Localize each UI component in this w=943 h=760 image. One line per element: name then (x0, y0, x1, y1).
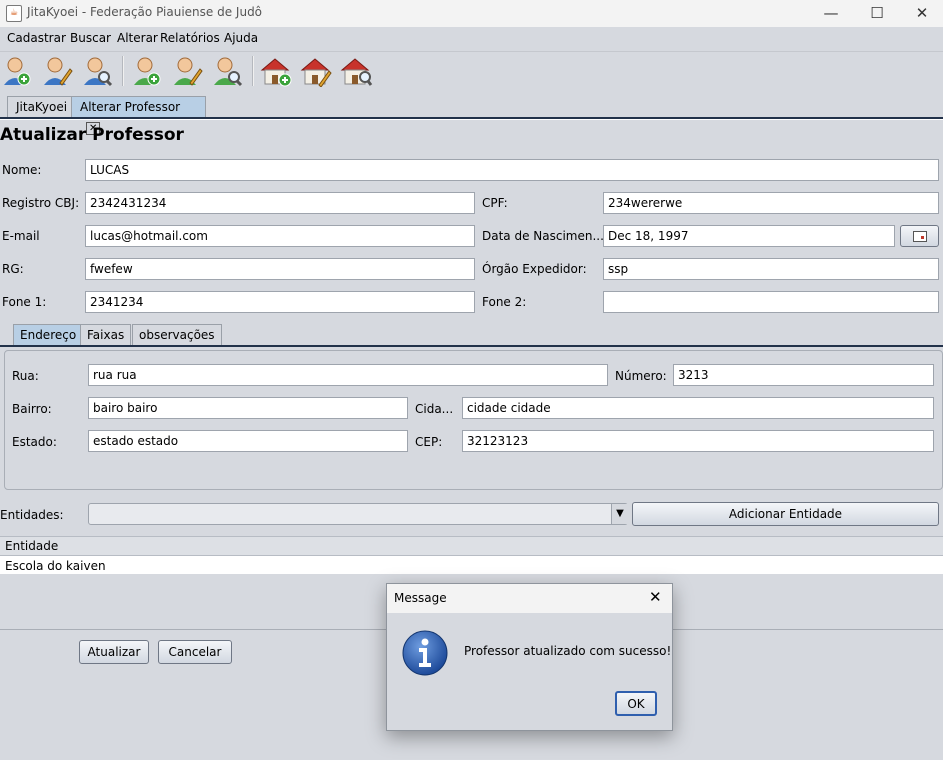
search-person-icon[interactable] (210, 55, 244, 87)
dialog-close-button[interactable]: ✕ (649, 588, 662, 606)
toolbar-separator (252, 56, 254, 86)
data-nascimento-field[interactable]: Dec 18, 1997 (603, 225, 895, 247)
atualizar-button[interactable]: Atualizar (79, 640, 149, 664)
page-title: Atualizar Professor (0, 125, 184, 145)
add-user-icon[interactable] (0, 55, 34, 87)
rua-label: Rua: (12, 369, 39, 383)
cidade-field[interactable]: cidade cidade (462, 397, 934, 419)
menu-cadastrar[interactable]: Cadastrar (7, 31, 66, 45)
data-nascimento-label: Data de Nascimen... (482, 229, 604, 243)
nome-label: Nome: (2, 163, 42, 177)
adicionar-entidade-button[interactable]: Adicionar Entidade (632, 502, 939, 526)
subtab-divider (0, 345, 943, 347)
tab-observacoes[interactable]: observações (132, 324, 222, 346)
edit-user-icon[interactable] (40, 55, 74, 87)
estado-field[interactable]: estado estado (88, 430, 408, 452)
cpf-field[interactable]: 234wererwe (603, 192, 939, 214)
menu-buscar[interactable]: Buscar (70, 31, 111, 45)
table-row[interactable]: Escola do kaiven (0, 558, 943, 576)
calendar-icon (912, 231, 927, 242)
cep-label: CEP: (415, 435, 443, 449)
tab-label: Alterar Professor (80, 100, 181, 114)
add-house-icon[interactable] (259, 55, 293, 87)
entidades-select[interactable] (88, 503, 628, 525)
rg-label: RG: (2, 262, 24, 276)
email-field[interactable]: lucas@hotmail.com (85, 225, 475, 247)
tab-alterar-professor[interactable]: Alterar Professor ✕ (71, 96, 206, 135)
chevron-down-icon[interactable]: ▼ (611, 504, 628, 524)
dialog-message: Professor atualizado com sucesso! (464, 644, 672, 658)
orgao-expedidor-field[interactable]: ssp (603, 258, 939, 280)
cep-field[interactable]: 32123123 (462, 430, 934, 452)
minimize-button[interactable]: — (808, 0, 854, 27)
fone1-field[interactable]: 2341234 (85, 291, 475, 313)
message-dialog: Message ✕ Professor atualizado com suces… (386, 583, 673, 731)
window-title: JitaKyoei - Federação Piauiense de Judô (27, 5, 263, 19)
rua-field[interactable]: rua rua (88, 364, 608, 386)
fone2-field[interactable] (603, 291, 939, 313)
cidade-label: Cida... (415, 402, 454, 416)
tab-jitakyoei[interactable]: JitaKyoei (7, 96, 77, 117)
cancelar-button[interactable]: Cancelar (158, 640, 232, 664)
close-window-button[interactable]: ✕ (899, 0, 943, 27)
tab-divider-highlight (0, 119, 943, 120)
tab-endereco[interactable]: Endereço (13, 324, 84, 346)
dialog-title-bar: Message ✕ (387, 584, 672, 613)
maximize-button[interactable]: ☐ (854, 0, 900, 27)
orgao-expedidor-label: Órgão Expedidor: (482, 262, 587, 276)
email-label: E-mail (2, 229, 40, 243)
menu-alterar[interactable]: Alterar (117, 31, 158, 45)
entidades-label: Entidades: (0, 508, 64, 522)
bairro-field[interactable]: bairo bairo (88, 397, 408, 419)
title-bar: ☕ JitaKyoei - Federação Piauiense de Jud… (0, 0, 943, 27)
ok-button[interactable]: OK (615, 691, 657, 716)
numero-field[interactable]: 3213 (673, 364, 934, 386)
fone1-label: Fone 1: (2, 295, 47, 309)
info-icon (402, 630, 448, 676)
tab-label: JitaKyoei (16, 100, 68, 114)
add-person-icon[interactable] (130, 55, 164, 87)
search-house-icon[interactable] (339, 55, 373, 87)
registro-cbj-field[interactable]: 2342431234 (85, 192, 475, 214)
entidade-column-header[interactable]: Entidade (0, 536, 943, 556)
tab-faixas[interactable]: Faixas (80, 324, 132, 346)
menu-ajuda[interactable]: Ajuda (224, 31, 258, 45)
bairro-label: Bairro: (12, 402, 52, 416)
cpf-label: CPF: (482, 196, 508, 210)
toolbar-separator (122, 56, 124, 86)
search-user-icon[interactable] (80, 55, 114, 87)
nome-field[interactable]: LUCAS (85, 159, 939, 181)
edit-house-icon[interactable] (299, 55, 333, 87)
registro-cbj-label: Registro CBJ: (2, 196, 80, 210)
estado-label: Estado: (12, 435, 57, 449)
rg-field[interactable]: fwefew (85, 258, 475, 280)
dialog-title: Message (394, 591, 447, 605)
numero-label: Número: (615, 369, 667, 383)
calendar-button[interactable] (900, 225, 939, 247)
edit-person-icon[interactable] (170, 55, 204, 87)
java-app-icon: ☕ (6, 5, 22, 22)
menu-relatorios[interactable]: Relatórios (160, 31, 220, 45)
fone2-label: Fone 2: (482, 295, 527, 309)
